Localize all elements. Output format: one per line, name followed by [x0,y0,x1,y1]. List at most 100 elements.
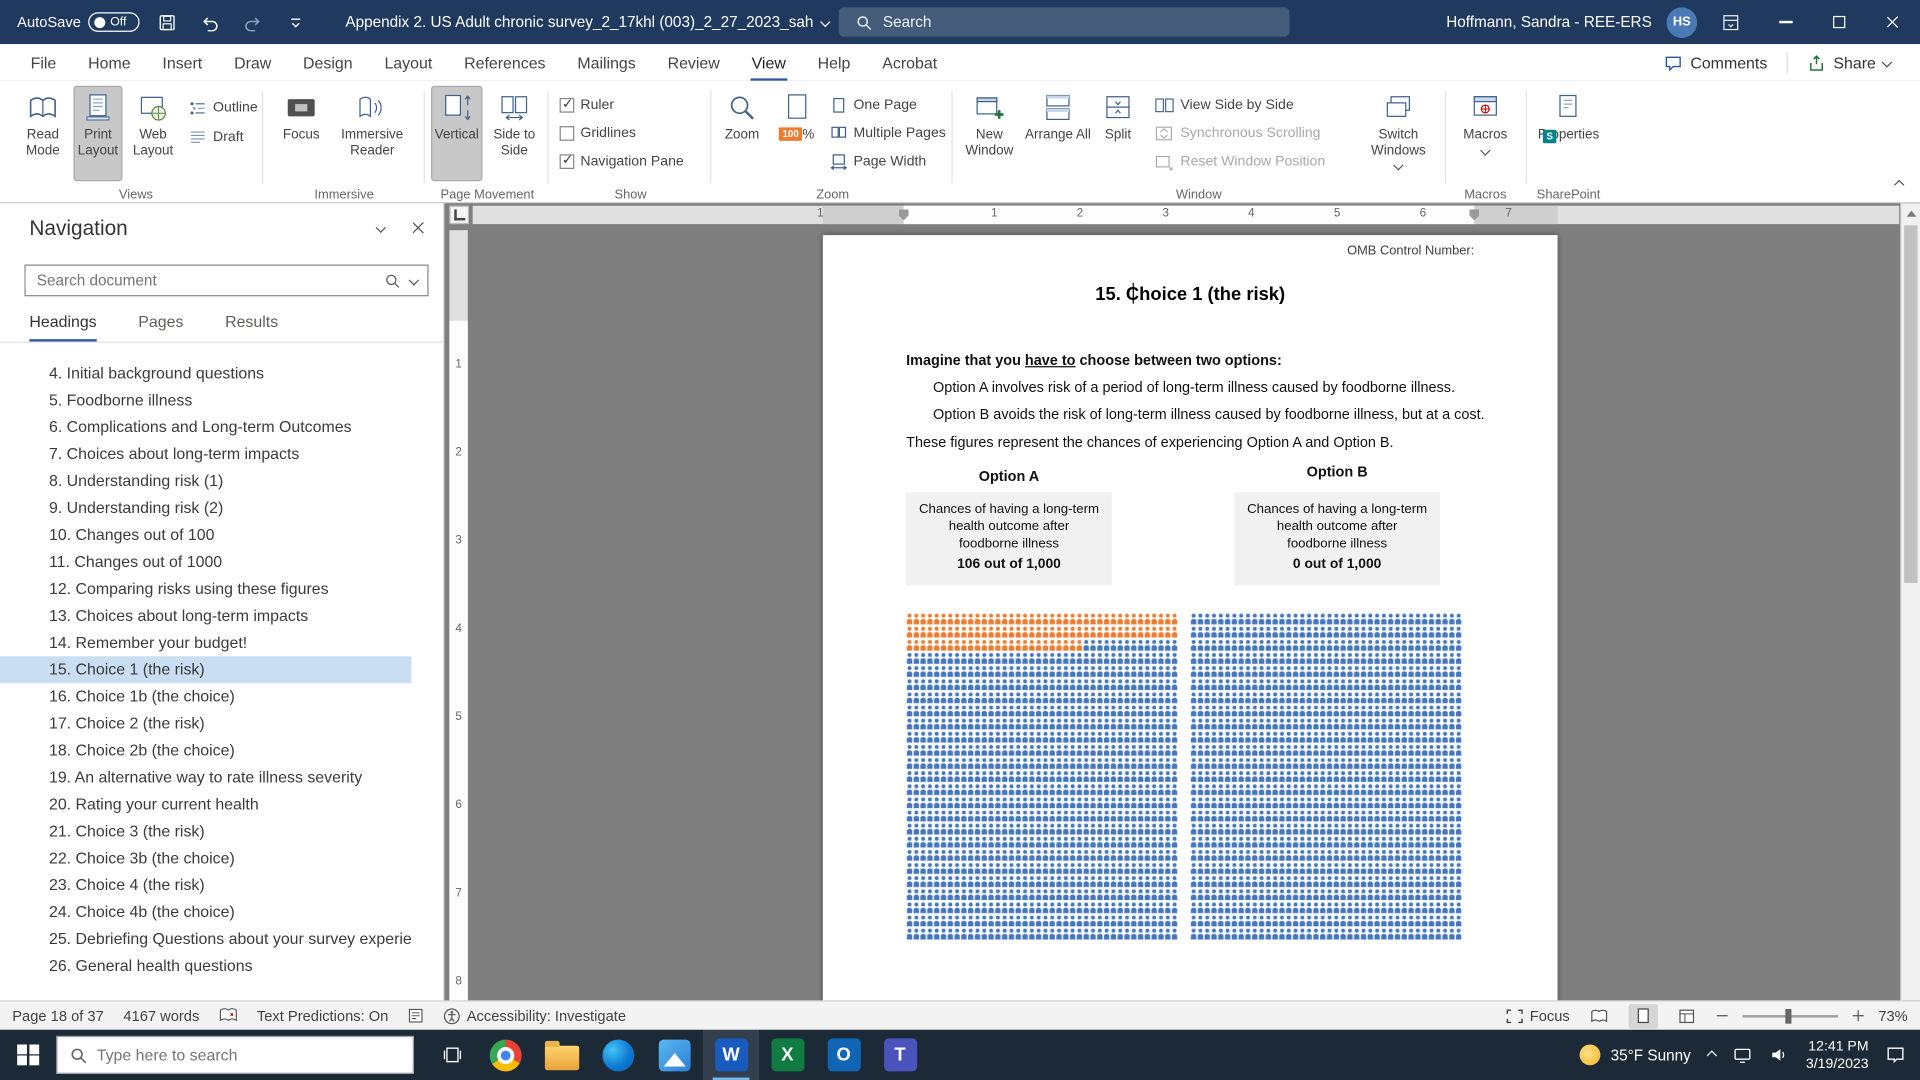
nav-heading-item[interactable]: 18. Choice 2b (the choice) [0,737,411,764]
taskbar-file-explorer[interactable] [534,1030,590,1080]
network-icon[interactable] [1732,1046,1752,1064]
draft-button[interactable]: Draft [189,125,244,149]
menu-tab[interactable]: Layout [369,44,449,81]
nav-search-box[interactable] [24,264,428,296]
show-hidden-icons-button[interactable] [1706,1050,1716,1060]
zoom-slider[interactable] [1742,1014,1838,1016]
menu-tab[interactable]: Insert [146,44,218,81]
new-window-button[interactable]: New Window [956,86,1022,182]
menu-tab[interactable]: File [15,44,72,81]
icon-grid-option-a[interactable] [906,612,1178,940]
view-side-by-side-button[interactable]: View Side by Side [1155,93,1294,117]
nav-heading-item[interactable]: 7. Choices about long-term impacts [0,441,411,468]
menu-tab[interactable]: View [736,44,802,81]
volume-icon[interactable] [1769,1046,1789,1064]
nav-heading-item[interactable]: 9. Understanding risk (2) [0,495,411,522]
immersive-reader-button[interactable]: Immersive Reader [333,86,411,182]
nav-heading-item[interactable]: 4. Initial background questions [0,360,411,387]
nav-heading-item[interactable]: 16. Choice 1b (the choice) [0,683,411,710]
autosave-toggle[interactable]: Off [88,12,139,32]
focus-button[interactable]: Focus [274,86,328,182]
weather-widget[interactable]: 35°F Sunny [1580,1044,1691,1065]
nav-tab[interactable]: Results [225,312,278,341]
document-page[interactable]: OMB Control Number: 15. Choice 1 (the ri… [823,235,1558,1000]
start-button[interactable] [0,1030,56,1080]
properties-button[interactable]: S Properties [1533,86,1604,182]
menu-tab[interactable]: Help [802,44,867,81]
menu-tab[interactable]: Acrobat [866,44,953,81]
reading-mode-icon[interactable] [408,1008,424,1024]
search-box[interactable]: Search [839,7,1290,36]
autosave-control[interactable]: AutoSave Off [17,12,140,32]
taskbar-edge[interactable] [590,1030,646,1080]
vertical-scrollbar[interactable] [1900,203,1920,1000]
scrollbar-thumb[interactable] [1904,225,1917,583]
share-button[interactable]: Share [1795,50,1902,76]
page-indicator[interactable]: Page 18 of 37 [12,1007,104,1024]
nav-heading-item[interactable]: 17. Choice 2 (the risk) [0,710,411,737]
nav-heading-item[interactable]: 23. Choice 4 (the risk) [0,872,411,899]
zoom-percent[interactable]: 73% [1878,1007,1907,1024]
read-mode-button[interactable]: Read Mode [15,86,71,182]
multiple-pages-button[interactable]: Multiple Pages [830,121,946,145]
side-to-side-button[interactable]: Side to Side [487,86,541,182]
menu-tab[interactable]: References [448,44,561,81]
nav-heading-item[interactable]: 5. Foodborne illness [0,387,411,414]
accessibility-checker-button[interactable]: Accessibility: Investigate [443,1007,626,1024]
save-button[interactable] [151,6,183,38]
nav-heading-item[interactable]: 21. Choice 3 (the risk) [0,818,411,845]
nav-tab[interactable]: Pages [138,312,183,341]
nav-heading-item[interactable]: 11. Changes out of 1000 [0,549,411,576]
navigation-pane-options-button[interactable] [376,223,386,233]
task-view-button[interactable] [426,1030,477,1080]
nav-search-input[interactable] [26,272,375,289]
nav-heading-item[interactable]: 10. Changes out of 100 [0,522,411,549]
zoom-in-button[interactable] [1853,1010,1864,1021]
one-page-button[interactable]: One Page [830,93,917,117]
close-button[interactable] [1866,0,1920,44]
zoom-slider-thumb[interactable] [1785,1008,1791,1023]
navigation-pane-checkbox[interactable]: Navigation Pane [560,149,684,173]
arrange-all-button[interactable]: Arrange All [1025,86,1091,182]
page-width-button[interactable]: Page Width [830,149,926,173]
document-title[interactable]: Appendix 2. US Adult chronic survey_2_17… [345,13,829,30]
print-layout-view-button[interactable] [1629,1003,1658,1027]
outline-button[interactable]: Outline [189,96,258,120]
proofing-errors-button[interactable] [219,1008,237,1024]
menu-tab[interactable]: Design [287,44,368,81]
taskbar-teams[interactable]: T [872,1030,928,1080]
gridlines-checkbox[interactable]: Gridlines [560,121,636,145]
menu-tab[interactable]: Home [72,44,146,81]
user-name[interactable]: Hoffmann, Sandra - REE-ERS [1446,13,1652,30]
redo-button[interactable] [236,6,268,38]
nav-heading-item[interactable]: 12. Comparing risks using these figures [0,576,411,603]
ruler-checkbox[interactable]: Ruler [560,93,614,117]
focus-mode-button[interactable]: Focus [1506,1007,1569,1024]
split-button[interactable]: Split [1093,86,1142,182]
web-layout-button[interactable]: Web Layout [125,86,181,182]
print-layout-button[interactable]: Print Layout [73,86,122,182]
scrollbar-up-button[interactable] [1902,203,1920,223]
nav-heading-item[interactable]: 8. Understanding risk (1) [0,468,411,495]
nav-heading-item[interactable]: 25. Debriefing Questions about your surv… [0,926,411,953]
word-count[interactable]: 4167 words [123,1007,199,1024]
customize-quick-access-button[interactable] [279,6,311,38]
navigation-pane-close-button[interactable] [411,220,426,235]
minimize-button[interactable] [1758,0,1812,44]
nav-heading-item[interactable]: 19. An alternative way to rate illness s… [0,764,411,791]
chevron-down-icon[interactable] [409,275,419,285]
menu-tab[interactable]: Mailings [561,44,651,81]
text-predictions-toggle[interactable]: Text Predictions: On [257,1007,388,1024]
synchronous-scrolling-button[interactable]: Synchronous Scrolling [1155,121,1321,145]
taskbar-search-input[interactable] [97,1046,413,1064]
nav-heading-item[interactable]: 20. Rating your current health [0,791,411,818]
taskbar-excel[interactable]: X [759,1030,815,1080]
zoom-button[interactable]: Zoom [715,86,769,182]
nav-heading-item[interactable]: 22. Choice 3b (the choice) [0,845,411,872]
ribbon-display-options-button[interactable] [1714,6,1746,38]
clock[interactable]: 12:41 PM 3/19/2023 [1806,1038,1869,1072]
collapse-ribbon-button[interactable] [1896,173,1903,195]
nav-heading-item[interactable]: 14. Remember your budget! [0,629,411,656]
taskbar-outlook[interactable]: O [816,1030,872,1080]
maximize-button[interactable] [1812,0,1866,44]
